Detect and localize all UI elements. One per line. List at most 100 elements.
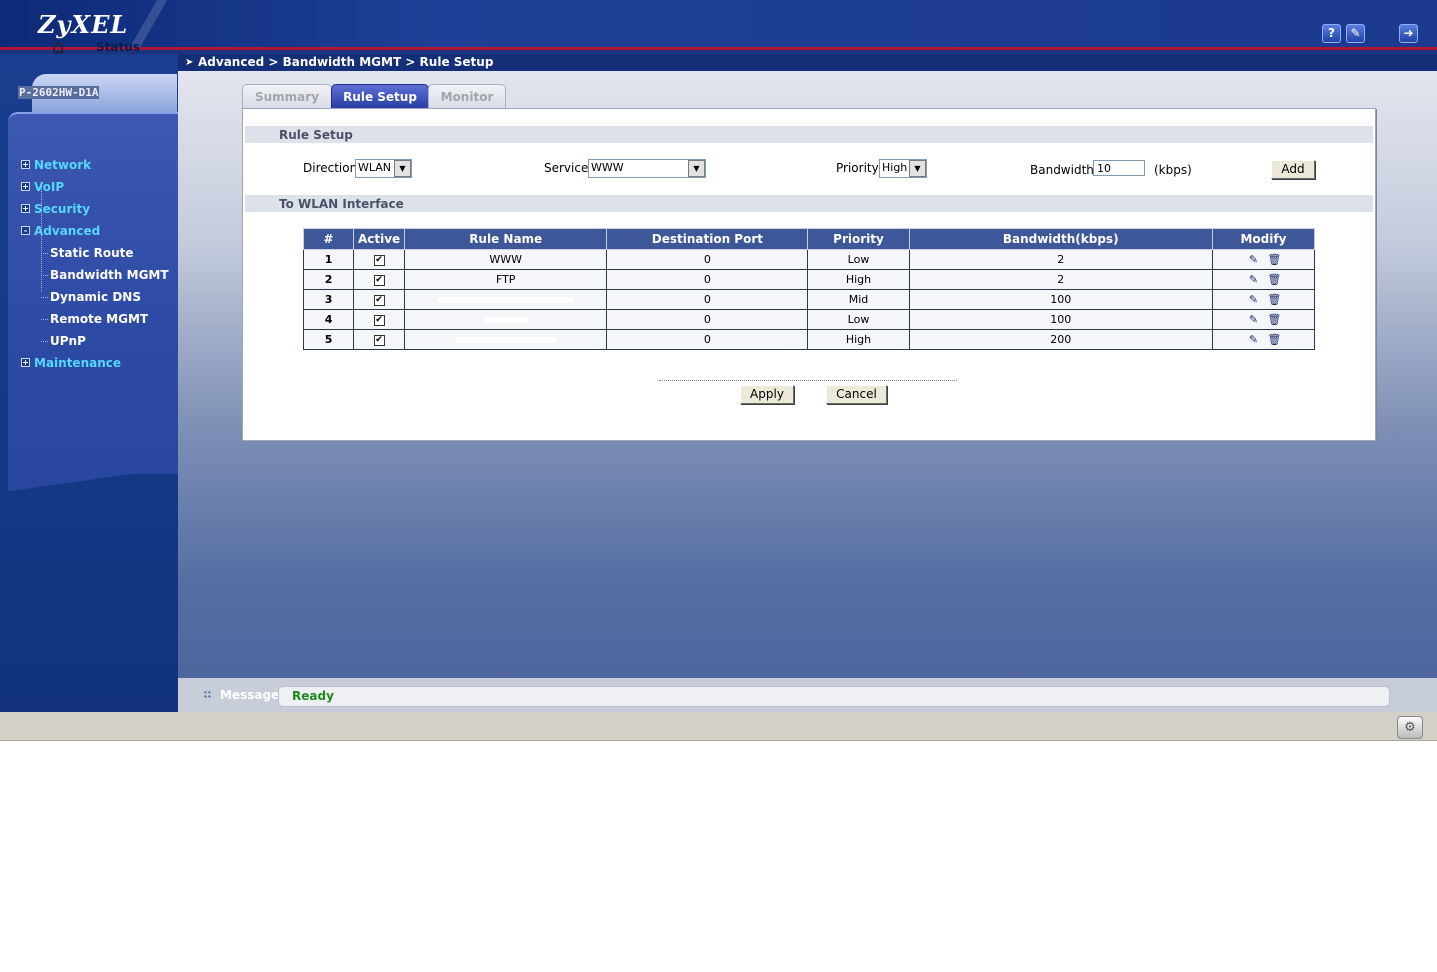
row-number: 3 xyxy=(302,289,355,310)
network-icon[interactable]: ⚙ xyxy=(1397,716,1423,739)
table-row: 5 ✔ 0 High 200 ✎ 🗑 xyxy=(302,329,1316,350)
logout-icon[interactable]: ➜ xyxy=(1399,24,1418,43)
chevron-down-icon[interactable]: ▼ xyxy=(909,160,926,177)
router-icon[interactable]: ⌂ xyxy=(52,34,65,58)
table-row: 4 ✔ 0 Low 100 ✎ 🗑 xyxy=(302,309,1316,330)
message-dots-icon: ∷ xyxy=(204,690,211,701)
breadcrumb-arrow-icon: ➤ xyxy=(185,57,194,68)
sidebar-item-maintenance[interactable]: Maintenance xyxy=(34,356,121,370)
redacted-name xyxy=(482,317,529,323)
sidebar-item-dynamic-dns[interactable]: Dynamic DNS xyxy=(50,290,141,304)
sidebar-item-security[interactable]: Security xyxy=(34,202,90,216)
column-header: Active xyxy=(353,228,406,250)
help-icon[interactable]: ? xyxy=(1322,24,1341,43)
tab-monitor[interactable]: Monitor xyxy=(428,84,506,108)
edit-icon[interactable]: ✎ xyxy=(1247,254,1259,266)
edit-icon[interactable]: ✎ xyxy=(1247,294,1259,306)
active-cell: ✔ xyxy=(353,289,406,310)
active-cell: ✔ xyxy=(353,329,406,350)
sidebar xyxy=(0,54,178,712)
bandwidth-label: Bandwidth xyxy=(1030,163,1094,177)
active-cell: ✔ xyxy=(353,309,406,330)
device-model: P-2602HW-D1A xyxy=(18,86,100,99)
divider xyxy=(659,380,957,381)
sidebar-item-voip[interactable]: VoIP xyxy=(34,180,64,194)
sidebar-item-upnp[interactable]: UPnP xyxy=(50,334,86,348)
priority-label: Priority xyxy=(836,161,879,175)
tab-rule-setup[interactable]: Rule Setup xyxy=(331,84,429,108)
tree-branch xyxy=(41,275,48,276)
destination-port: 0 xyxy=(606,269,809,290)
advanced-collapse-icon[interactable]: - xyxy=(21,226,30,235)
priority-select[interactable]: High ▼ xyxy=(879,159,927,178)
status-label[interactable]: Status xyxy=(96,40,140,54)
chevron-down-icon[interactable]: ▼ xyxy=(394,160,411,177)
maintenance-expand-icon[interactable]: + xyxy=(21,358,30,367)
table-header-row: # Active Rule Name Destination Port Prio… xyxy=(302,228,1316,250)
sidebar-item-static-route[interactable]: Static Route xyxy=(50,246,134,260)
edit-icon[interactable]: ✎ xyxy=(1247,274,1259,286)
network-expand-icon[interactable]: + xyxy=(21,160,30,169)
add-button[interactable]: Add xyxy=(1271,160,1315,179)
sidebar-item-remote-mgmt[interactable]: Remote MGMT xyxy=(50,312,148,326)
column-header: Priority xyxy=(807,228,910,250)
security-expand-icon[interactable]: + xyxy=(21,204,30,213)
active-checkbox[interactable]: ✔ xyxy=(373,274,385,286)
edit-icon[interactable]: ✎ xyxy=(1247,334,1259,346)
column-header: Modify xyxy=(1211,228,1316,250)
priority-cell: Low xyxy=(807,309,910,330)
row-number: 1 xyxy=(302,249,355,270)
chevron-down-icon[interactable]: ▼ xyxy=(688,160,705,177)
service-select[interactable]: WWW ▼ xyxy=(588,159,706,178)
active-checkbox[interactable]: ✔ xyxy=(373,334,385,346)
trash-icon[interactable]: 🗑 xyxy=(1267,274,1281,286)
row-number: 2 xyxy=(302,269,355,290)
trash-icon[interactable]: 🗑 xyxy=(1267,254,1281,266)
column-header: # xyxy=(302,228,355,250)
voip-expand-icon[interactable]: + xyxy=(21,182,30,191)
table-row: 3 ✔ 0 Mid 100 ✎ 🗑 xyxy=(302,289,1316,310)
wizard-icon[interactable]: ✎ xyxy=(1346,24,1365,43)
active-checkbox[interactable]: ✔ xyxy=(373,314,385,326)
active-checkbox[interactable]: ✔ xyxy=(373,254,385,266)
interface-section-title: To WLAN Interface xyxy=(279,197,404,211)
apply-button[interactable]: Apply xyxy=(740,385,794,404)
trash-icon[interactable]: 🗑 xyxy=(1267,314,1281,326)
cancel-button[interactable]: Cancel xyxy=(826,385,887,404)
rule-name xyxy=(404,289,608,310)
nav-panel-foot xyxy=(8,454,178,504)
bandwidth-unit: (kbps) xyxy=(1154,163,1192,177)
tab-summary[interactable]: Summary xyxy=(242,84,332,108)
footer-bar xyxy=(0,712,1437,741)
direction-select[interactable]: WLAN ▼ xyxy=(355,159,412,178)
breadcrumb: Advanced > Bandwidth MGMT > Rule Setup xyxy=(198,55,494,69)
edit-icon[interactable]: ✎ xyxy=(1247,314,1259,326)
message-label: Message xyxy=(220,688,280,702)
modify-cell: ✎ 🗑 xyxy=(1211,249,1316,270)
rules-table: # Active Rule Name Destination Port Prio… xyxy=(302,228,1316,350)
priority-cell: High xyxy=(807,329,910,350)
tree-branch xyxy=(41,319,48,320)
trash-icon[interactable]: 🗑 xyxy=(1267,334,1281,346)
sidebar-item-bandwidth-mgmt[interactable]: Bandwidth MGMT xyxy=(50,268,169,282)
destination-port: 0 xyxy=(606,329,809,350)
tree-line xyxy=(41,186,42,292)
message-text: Ready xyxy=(292,689,334,703)
priority-cell: High xyxy=(807,269,910,290)
rule-name xyxy=(404,309,608,330)
priority-value: High xyxy=(882,161,908,174)
bandwidth-input[interactable] xyxy=(1093,160,1145,176)
direction-label: Direction xyxy=(303,161,358,175)
active-checkbox[interactable]: ✔ xyxy=(373,294,385,306)
column-header: Rule Name xyxy=(404,228,608,250)
sidebar-item-advanced[interactable]: Advanced xyxy=(34,224,100,238)
service-label: Service xyxy=(544,161,589,175)
sidebar-item-network[interactable]: Network xyxy=(34,158,91,172)
message-box xyxy=(278,686,1390,707)
modify-cell: ✎ 🗑 xyxy=(1211,329,1316,350)
rule-setup-title: Rule Setup xyxy=(279,128,353,142)
redacted-name xyxy=(455,337,556,343)
service-value: WWW xyxy=(591,161,624,174)
trash-icon[interactable]: 🗑 xyxy=(1267,294,1281,306)
tree-branch xyxy=(41,341,48,342)
